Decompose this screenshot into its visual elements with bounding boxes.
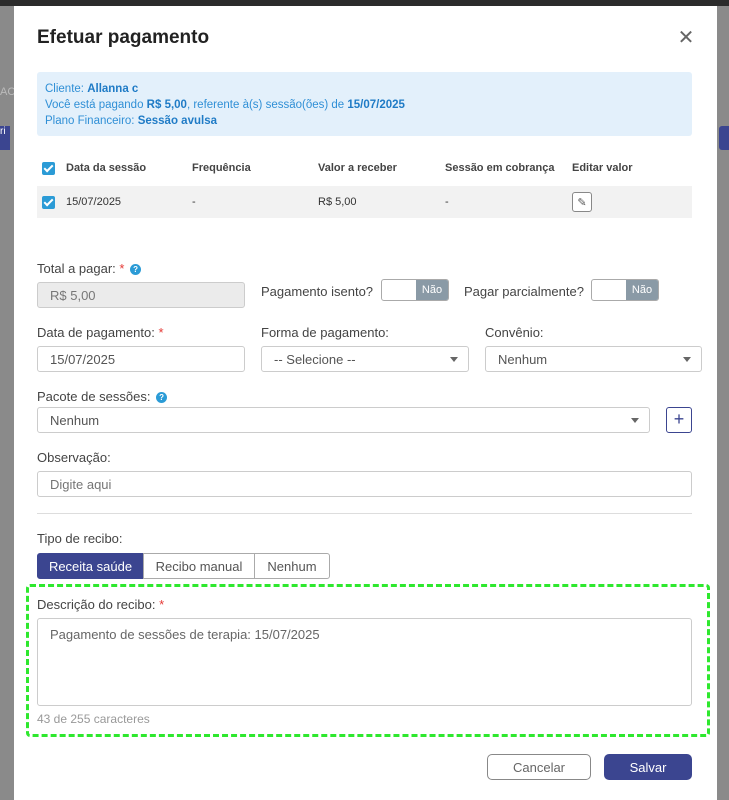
row-date: 15/07/2025: [66, 196, 122, 208]
backdrop-left: AC ri: [0, 6, 16, 800]
notes-input[interactable]: [37, 471, 692, 497]
payment-date-input[interactable]: 15/07/2025: [37, 346, 245, 372]
sessions-table: Data da sessão Frequência Valor a recebe…: [37, 156, 692, 218]
partial-toggle[interactable]: Não: [591, 279, 659, 301]
divider: [37, 513, 692, 514]
exempt-toggle[interactable]: Não: [381, 279, 449, 301]
receipt-desc-label: Descrição do recibo: *: [37, 597, 165, 612]
client-name: Allanna c: [87, 83, 139, 95]
header-edit: Editar valor: [572, 162, 633, 174]
backdrop-right: [717, 6, 729, 800]
backdrop-text: AC: [0, 86, 16, 98]
add-package-button[interactable]: +: [666, 407, 692, 433]
table-header: Data da sessão Frequência Valor a recebe…: [37, 156, 692, 180]
package-value: Nenhum: [50, 412, 100, 428]
payment-date-label: Data de pagamento: *: [37, 325, 164, 340]
plan-name: Sessão avulsa: [137, 115, 217, 127]
header-value: Valor a receber: [318, 162, 397, 174]
package-select[interactable]: Nenhum: [37, 407, 650, 433]
info-box: Cliente: Allanna c Você está pagando R$ …: [37, 72, 692, 136]
payment-method-select[interactable]: -- Selecione --: [261, 346, 469, 372]
backdrop-button: [719, 126, 729, 150]
header-frequency: Frequência: [192, 162, 251, 174]
backdrop-tab: ri: [0, 126, 10, 150]
payment-method-value: -- Selecione --: [274, 351, 356, 367]
agreement-select[interactable]: Nenhum: [485, 346, 702, 372]
payment-method-label: Forma de pagamento:: [261, 325, 389, 340]
agreement-label: Convênio:: [485, 325, 544, 340]
header-date: Data da sessão: [66, 162, 147, 174]
notes-label: Observação:: [37, 450, 111, 465]
modal-title: Efetuar pagamento: [37, 27, 210, 48]
receipt-type-label: Tipo de recibo:: [37, 531, 123, 546]
total-label: Total a pagar: * ?: [37, 261, 142, 276]
client-line: Cliente: Allanna c: [45, 83, 139, 95]
help-icon[interactable]: ?: [130, 264, 142, 275]
exempt-label: Pagamento isento?: [261, 284, 374, 299]
receipt-type-group: Receita saúde Recibo manual Nenhum: [37, 553, 330, 579]
char-count: 43 de 255 caracteres: [37, 712, 150, 726]
save-button[interactable]: Salvar: [604, 754, 692, 780]
row-frequency: -: [192, 196, 196, 208]
chevron-down-icon: [450, 357, 458, 362]
paying-date: 15/07/2025: [347, 99, 405, 111]
chevron-down-icon: [631, 418, 639, 423]
row-value: R$ 5,00: [318, 196, 357, 208]
chevron-down-icon: [683, 357, 691, 362]
receipt-type-health[interactable]: Receita saúde: [37, 553, 144, 579]
close-icon[interactable]: ✕: [676, 28, 696, 48]
table-row: 15/07/2025 - R$ 5,00 - ✎: [37, 186, 692, 218]
edit-value-icon[interactable]: ✎: [572, 192, 592, 212]
select-all-checkbox[interactable]: [42, 161, 55, 175]
payment-modal: Efetuar pagamento ✕ Cliente: Allanna c V…: [14, 6, 717, 800]
agreement-value: Nenhum: [498, 351, 548, 367]
header-billing: Sessão em cobrança: [445, 162, 555, 174]
package-label: Pacote de sessões: ?: [37, 389, 168, 404]
paying-line: Você está pagando R$ 5,00, referente à(s…: [45, 99, 405, 111]
receipt-type-none[interactable]: Nenhum: [254, 553, 330, 579]
row-checkbox[interactable]: [42, 195, 55, 209]
total-input: R$ 5,00: [37, 282, 245, 308]
partial-toggle-value: Não: [626, 280, 658, 300]
exempt-toggle-value: Não: [416, 280, 448, 300]
cancel-button[interactable]: Cancelar: [487, 754, 591, 780]
paying-amount: R$ 5,00: [146, 99, 187, 111]
receipt-type-manual[interactable]: Recibo manual: [143, 553, 255, 579]
receipt-desc-textarea[interactable]: Pagamento de sessões de terapia: 15/07/2…: [37, 618, 692, 706]
help-icon[interactable]: ?: [156, 392, 168, 403]
plan-line: Plano Financeiro: Sessão avulsa: [45, 115, 217, 127]
partial-label: Pagar parcialmente?: [464, 284, 584, 299]
row-billing: -: [445, 196, 449, 208]
